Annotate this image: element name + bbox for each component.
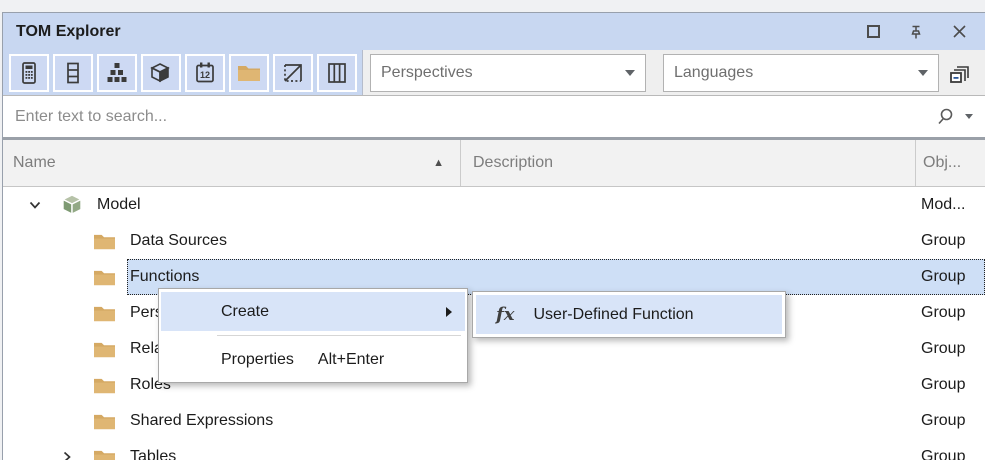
maximize-button[interactable] (865, 24, 881, 40)
search-input[interactable] (15, 108, 936, 126)
tree-row-data-sources[interactable]: Data Sources Group (3, 223, 985, 259)
column-header-name-label: Name (13, 154, 56, 172)
tree-row-functions-name-cell: Functions (3, 266, 916, 288)
tree-row-model-name-cell: Model (3, 194, 916, 216)
window-controls (865, 24, 985, 40)
perspectives-dropdown-value: Perspectives (381, 64, 473, 82)
chevron-down-icon (918, 70, 928, 76)
pin-button[interactable] (908, 24, 924, 40)
create-submenu: fx User-Defined Function (472, 291, 786, 338)
object-type-value: Group (921, 412, 965, 430)
context-menu: Create Properties Alt+Enter (158, 288, 468, 383)
columns-icon (325, 61, 349, 85)
tree-row-roles[interactable]: Roles Group (3, 367, 985, 403)
object-type-value: Group (921, 232, 965, 250)
table-rows-icon (62, 61, 84, 85)
languages-dropdown[interactable]: Languages (663, 54, 939, 92)
svg-text:12: 12 (200, 70, 210, 80)
maximize-icon (867, 25, 880, 38)
filter-folder-button[interactable] (229, 54, 269, 92)
folder-icon (91, 410, 117, 432)
search-options-chevron-icon[interactable] (965, 114, 973, 119)
search-bar (3, 96, 985, 137)
submenu-arrow-icon (446, 307, 452, 317)
close-icon (952, 24, 967, 39)
submenu-item-user-defined-function[interactable]: fx User-Defined Function (476, 295, 782, 334)
submenu-item-label: User-Defined Function (533, 306, 693, 324)
filter-columns-button[interactable] (317, 54, 357, 92)
folder-icon (236, 62, 262, 84)
folder-icon (91, 374, 117, 396)
windows-cascade-button[interactable] (940, 54, 980, 92)
tree-row-shared-expressions[interactable]: Shared Expressions Group (3, 403, 985, 439)
folder-icon (91, 446, 117, 460)
tree-row-data-sources-name-cell: Data Sources (3, 230, 916, 252)
folder-icon (91, 302, 117, 324)
calendar-12-icon: 12 (193, 61, 217, 85)
folder-icon (91, 338, 117, 360)
folder-icon (91, 230, 117, 252)
fx-icon: fx (496, 304, 514, 325)
menu-separator (217, 335, 461, 336)
tree-row-tables[interactable]: Tables Group (3, 439, 985, 460)
object-type-value: Group (921, 268, 965, 286)
close-button[interactable] (951, 24, 967, 40)
pin-icon (908, 24, 924, 40)
languages-dropdown-value: Languages (674, 64, 753, 82)
object-type-value: Group (921, 304, 965, 322)
titlebar: TOM Explorer (3, 13, 985, 50)
grid-header: Name ▲ Description Obj... (3, 137, 985, 187)
tree-row-shared-expressions-name-cell: Shared Expressions (3, 410, 916, 432)
filter-calculator-button[interactable] (9, 54, 49, 92)
tree-row-label: Data Sources (130, 232, 227, 250)
perspectives-dropdown[interactable]: Perspectives (370, 54, 646, 92)
context-menu-item-label: Create (221, 303, 269, 321)
tree-row-label: Shared Expressions (130, 412, 273, 430)
chevron-down-icon (625, 70, 635, 76)
tom-explorer-window: { "window": { "title": "TOM Explorer" },… (0, 0, 985, 460)
cube-icon (149, 61, 173, 85)
expand-chevron-icon[interactable] (59, 450, 74, 460)
filter-cube-button[interactable] (141, 54, 181, 92)
filter-table-button[interactable] (53, 54, 93, 92)
folder-icon (91, 266, 117, 288)
tree-row-functions[interactable]: Functions Group (3, 259, 985, 295)
context-menu-item-properties[interactable]: Properties Alt+Enter (161, 340, 465, 379)
object-type-value: Group (921, 376, 965, 394)
filter-buttons-group: 12 (3, 50, 363, 95)
sort-ascending-icon: ▲ (433, 157, 444, 169)
column-header-object-type[interactable]: Obj... (916, 140, 985, 186)
perspective-square-icon (281, 61, 305, 85)
tree-row-tables-name-cell: Tables (3, 446, 916, 460)
object-type-value: Group (921, 448, 965, 460)
tree-row-label: Functions (130, 268, 199, 286)
tree-row-model[interactable]: Model Mod... (3, 187, 985, 223)
tree-row-label: Tables (130, 448, 176, 460)
collapse-chevron-icon[interactable] (27, 198, 42, 213)
search-icon[interactable] (936, 107, 955, 126)
object-type-value: Group (921, 340, 965, 358)
model-cube-icon (59, 194, 85, 216)
filter-perspective-button[interactable] (273, 54, 313, 92)
context-menu-item-create[interactable]: Create (161, 292, 465, 331)
calculator-icon (18, 61, 40, 85)
context-menu-item-label: Properties (221, 351, 294, 369)
object-type-value: Mod... (921, 196, 965, 214)
filter-hierarchy-button[interactable] (97, 54, 137, 92)
keyboard-shortcut: Alt+Enter (318, 351, 384, 369)
filter-calendar-button[interactable]: 12 (185, 54, 225, 92)
column-header-description[interactable]: Description (461, 140, 916, 186)
cascade-windows-icon (947, 60, 973, 86)
column-header-name[interactable]: Name ▲ (3, 140, 461, 186)
column-header-object-type-label: Obj... (923, 154, 961, 172)
hierarchy-icon (105, 61, 129, 85)
column-header-description-label: Description (473, 154, 553, 172)
toolbar: 12 (3, 50, 985, 96)
tom-explorer-panel: TOM Explorer (2, 12, 985, 460)
window-title: TOM Explorer (16, 23, 121, 41)
tree-row-label: Model (97, 196, 141, 214)
